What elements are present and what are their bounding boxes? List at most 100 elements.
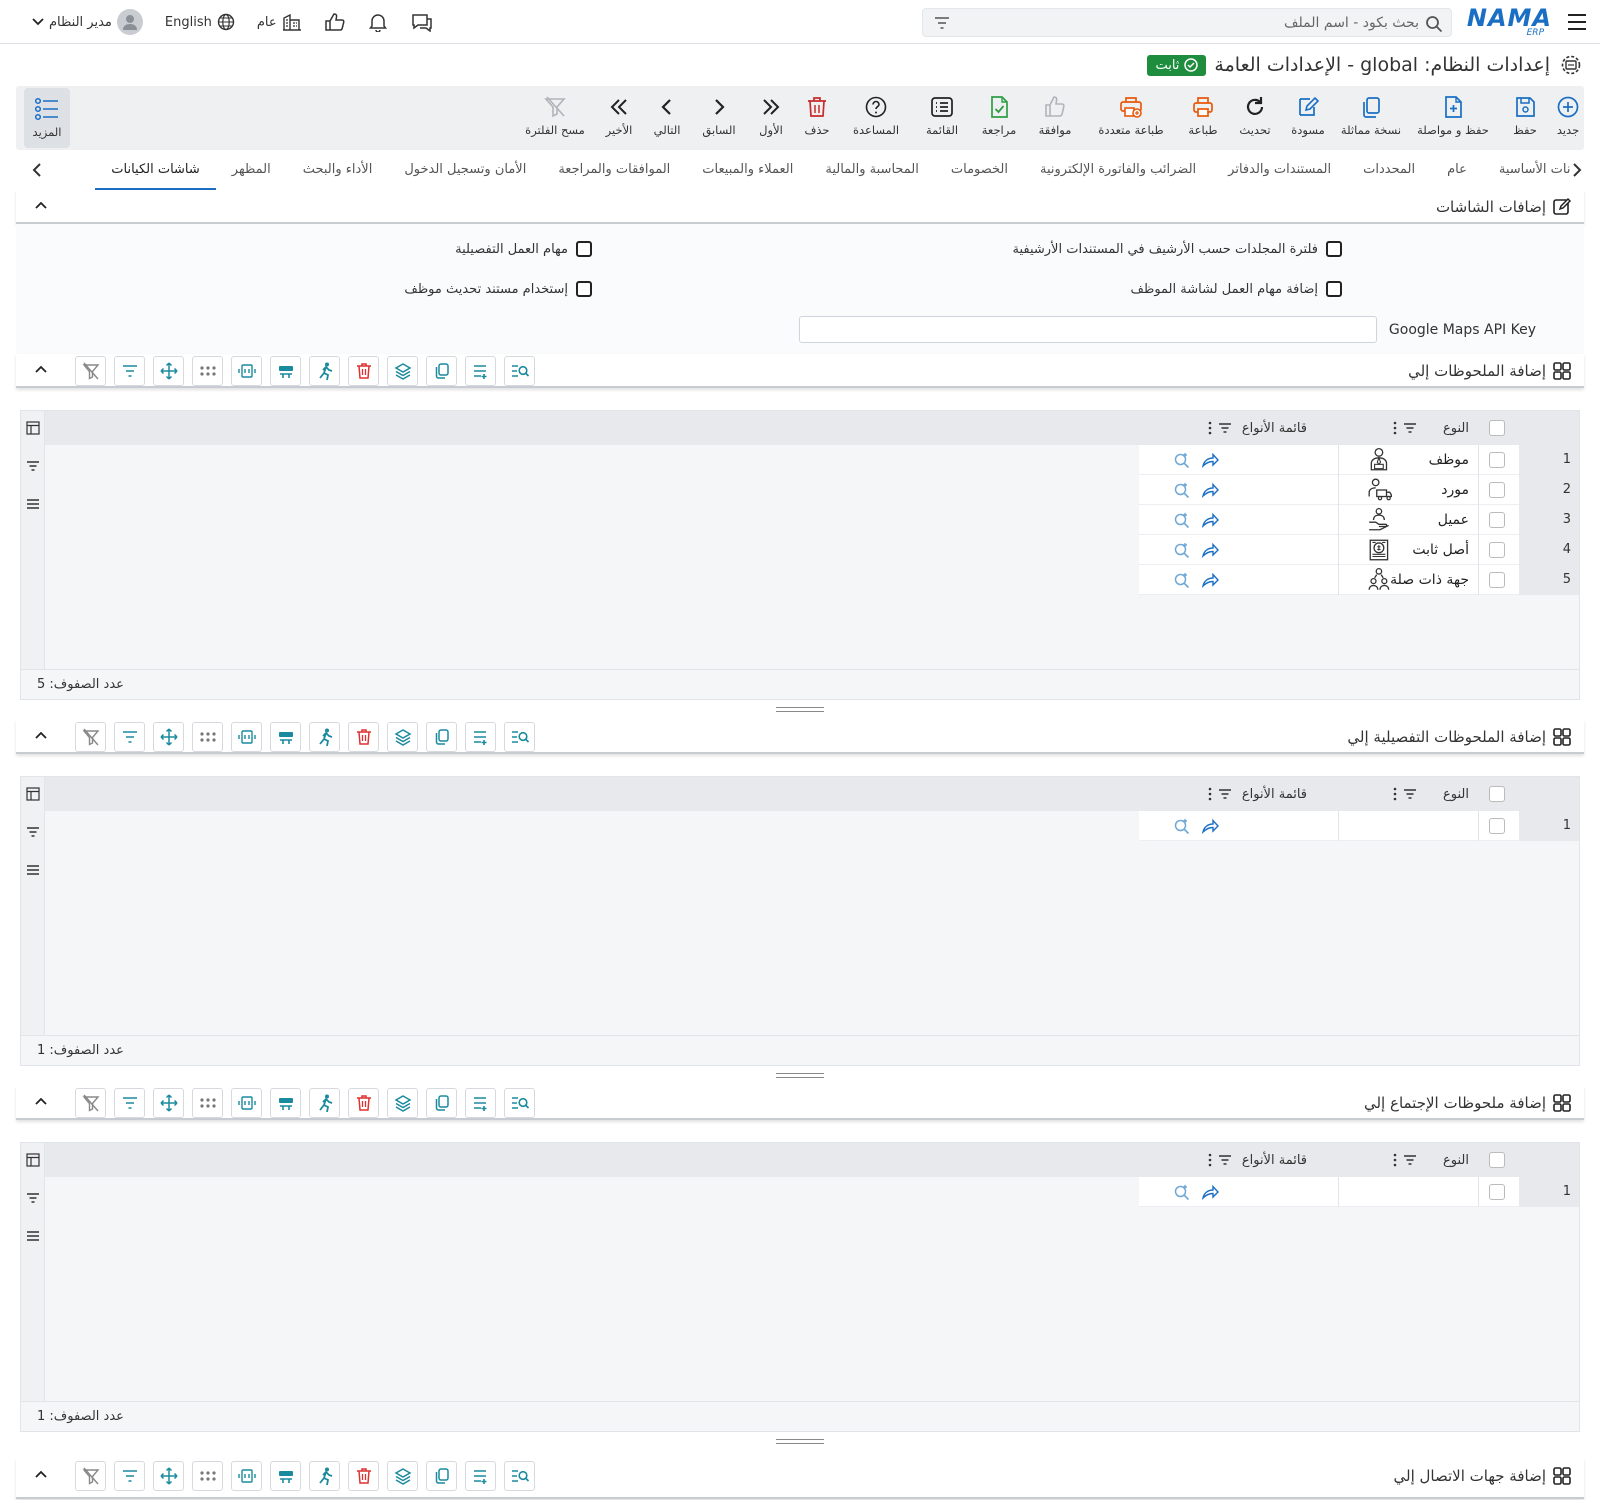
tab-3[interactable]: المستندات والدفاتر [1212, 152, 1347, 190]
toolbar-button-trash[interactable]: حذف [794, 86, 840, 150]
search-icon[interactable] [1425, 15, 1443, 33]
checkbox-archive-folders-filter[interactable]: فلترة المجلدات حسب الأرشيف في المستندات … [1013, 241, 1342, 257]
grid-tool-move[interactable] [153, 1461, 184, 1491]
toolbar-button-list[interactable]: القائمة [912, 86, 972, 150]
grid-tool-fit-width[interactable] [231, 722, 262, 752]
columns-icon[interactable] [26, 787, 40, 801]
grid-tool-trash[interactable] [348, 1461, 379, 1491]
resize-handle[interactable] [776, 707, 824, 712]
grid-tool-add-row[interactable] [465, 1088, 496, 1118]
table-row[interactable]: 3 عميل [1139, 505, 1579, 535]
grid-tool-search-list[interactable] [504, 1088, 535, 1118]
checkbox[interactable] [576, 241, 592, 257]
grid-tool-clear-filter[interactable] [75, 722, 106, 752]
toolbar-button-next[interactable]: التالي [644, 86, 690, 150]
grid-tool-fit-width[interactable] [231, 356, 262, 386]
collapse-chevron-icon[interactable] [34, 200, 48, 210]
share-arrow-icon[interactable] [1201, 817, 1219, 835]
grid-tool-run[interactable] [309, 1461, 340, 1491]
toolbar-button-prev[interactable]: السابق [690, 86, 748, 150]
grid-tool-add-row[interactable] [465, 722, 496, 752]
grid-tool-fit-width[interactable] [231, 1088, 262, 1118]
notifications-button[interactable] [368, 12, 388, 32]
collapse-chevron-icon[interactable] [34, 730, 48, 740]
search-plus-icon[interactable] [1173, 511, 1191, 529]
share-arrow-icon[interactable] [1201, 541, 1219, 559]
column-header-types-list[interactable]: قائمة الأنواع [1208, 1143, 1307, 1177]
grid-tool-search-list[interactable] [504, 356, 535, 386]
menu-lines-icon[interactable] [26, 497, 40, 511]
grid-tool-run[interactable] [309, 722, 340, 752]
table-row[interactable]: 2 مورد [1139, 475, 1579, 505]
grid-tool-clear-filter[interactable] [75, 356, 106, 386]
row-checkbox[interactable] [1489, 1184, 1505, 1200]
grid-tool-trash[interactable] [348, 356, 379, 386]
more-button[interactable]: المزيد [24, 88, 70, 148]
table-row[interactable]: 1 [1139, 811, 1579, 841]
filter-icon[interactable] [26, 1191, 40, 1205]
share-arrow-icon[interactable] [1201, 481, 1219, 499]
checkbox[interactable] [576, 281, 592, 297]
menu-lines-icon[interactable] [26, 1229, 40, 1243]
row-checkbox[interactable] [1489, 818, 1505, 834]
filter-icon[interactable] [26, 459, 40, 473]
share-arrow-icon[interactable] [1201, 571, 1219, 589]
grid-tool-move[interactable] [153, 722, 184, 752]
language-switch[interactable]: English [165, 13, 235, 31]
checkbox[interactable] [1326, 241, 1342, 257]
tab-4[interactable]: الضرائب والفاتورة الإلكترونية [1024, 152, 1212, 190]
grid-tool-copy[interactable] [426, 356, 457, 386]
grid-tool-layers[interactable] [387, 356, 418, 386]
grid-tool-layers[interactable] [387, 1461, 418, 1491]
row-checkbox[interactable] [1489, 512, 1505, 528]
share-arrow-icon[interactable] [1201, 451, 1219, 469]
select-all-checkbox[interactable] [1489, 1152, 1505, 1168]
column-header-type[interactable]: النوع [1393, 777, 1469, 811]
tab-7[interactable]: العملاء والمبيعات [686, 152, 809, 190]
grid-tool-trash[interactable] [348, 1088, 379, 1118]
grid-tool-add-row[interactable] [465, 356, 496, 386]
row-checkbox[interactable] [1489, 572, 1505, 588]
columns-icon[interactable] [26, 421, 40, 435]
table-row[interactable]: 5 جهة ذات صلة [1139, 565, 1579, 595]
toolbar-button-refresh[interactable]: تحديث [1228, 86, 1282, 150]
grid-tool-add-row[interactable] [465, 1461, 496, 1491]
search-plus-icon[interactable] [1173, 817, 1191, 835]
messages-button[interactable] [410, 12, 434, 32]
filter-icon[interactable] [1218, 788, 1232, 800]
filter-icon[interactable] [1403, 422, 1417, 434]
kebab-menu-icon[interactable] [1208, 1153, 1212, 1167]
row-checkbox[interactable] [1489, 452, 1505, 468]
collapse-chevron-icon[interactable] [34, 364, 48, 374]
search-input[interactable] [979, 9, 1419, 36]
search-plus-icon[interactable] [1173, 1183, 1191, 1201]
grid-tool-dots-grid[interactable] [192, 722, 223, 752]
grid-tool-run[interactable] [309, 356, 340, 386]
checkbox-employee-update-doc[interactable]: إستخدام مستند تحديث موظف [404, 281, 592, 297]
grid-tool-clear-filter[interactable] [75, 1088, 106, 1118]
toolbar-button-help[interactable]: المساعدة [840, 86, 912, 150]
grid-tool-search-list[interactable] [504, 722, 535, 752]
tab-8[interactable]: الموافقات والمراجعة [542, 152, 686, 190]
grid-tool-filter-lines[interactable] [114, 722, 145, 752]
toolbar-button-last[interactable]: الأخير [594, 86, 644, 150]
filter-icon[interactable] [1218, 1154, 1232, 1166]
toolbar-button-first[interactable]: الأول [748, 86, 794, 150]
select-all-checkbox[interactable] [1489, 420, 1505, 436]
toolbar-button-clear-filter[interactable]: مسح الفلترة [516, 86, 594, 150]
grid-tool-fit-width[interactable] [231, 1461, 262, 1491]
grid-tool-search-list[interactable] [504, 1461, 535, 1491]
logo[interactable]: NAMA ERP [1467, 4, 1552, 38]
user-menu[interactable]: مدير النظام [32, 9, 143, 35]
filter-icon[interactable] [26, 825, 40, 839]
grid-tool-dots-grid[interactable] [192, 1461, 223, 1491]
filter-icon[interactable] [933, 15, 951, 31]
grid-tool-move[interactable] [153, 356, 184, 386]
search-plus-icon[interactable] [1173, 571, 1191, 589]
tab-0[interactable]: بيانات الأساسية [1483, 152, 1584, 190]
kebab-menu-icon[interactable] [1208, 787, 1212, 801]
columns-icon[interactable] [26, 1153, 40, 1167]
tab-1[interactable]: عام [1431, 152, 1483, 190]
toolbar-button-multi-print[interactable]: طباعة متعددة [1084, 86, 1178, 150]
menu-lines-icon[interactable] [26, 863, 40, 877]
